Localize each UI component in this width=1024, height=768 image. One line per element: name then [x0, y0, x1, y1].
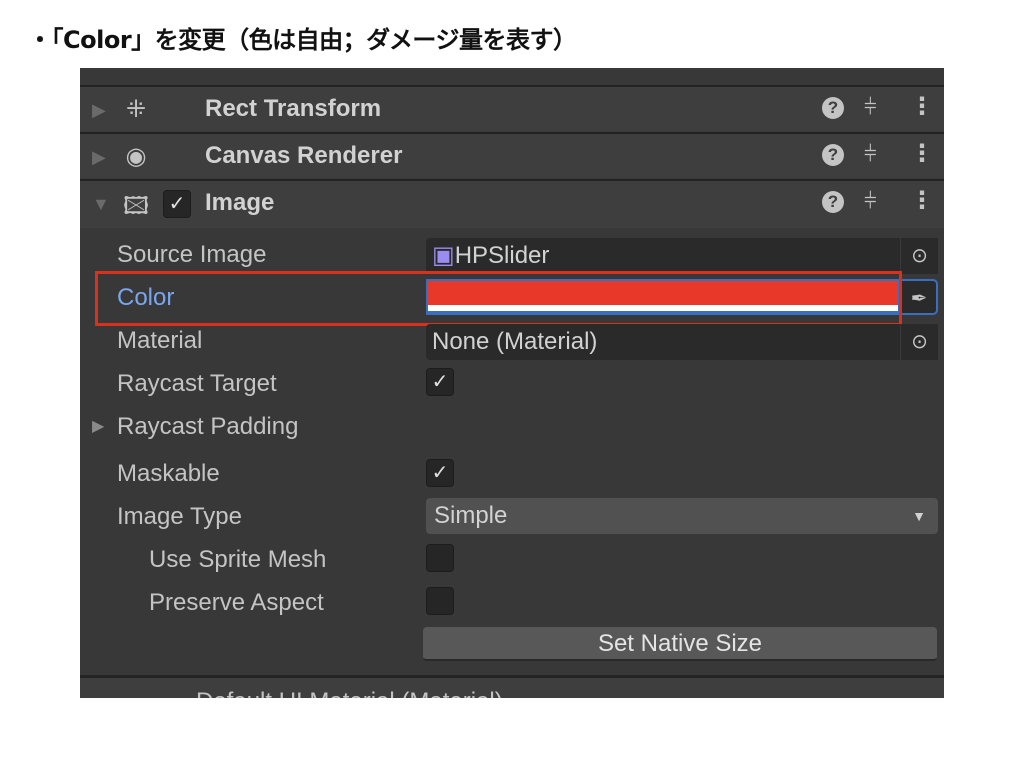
- source-image-value: HPSlider: [454, 242, 550, 269]
- source-image-field[interactable]: ▣HPSlider: [426, 238, 938, 274]
- image-type-value: Simple: [434, 502, 508, 529]
- preserve-aspect-checkbox[interactable]: [426, 587, 454, 615]
- page-heading: ・「Color」を変更（色は自由；ダメージ量を表す）: [28, 26, 577, 54]
- collapse-arrow-icon[interactable]: ▼: [92, 194, 110, 215]
- use-sprite-mesh-label: Use Sprite Mesh: [149, 546, 327, 573]
- dropdown-arrow-icon: ▼: [912, 508, 926, 524]
- expand-arrow-icon[interactable]: ▶: [92, 416, 104, 436]
- raycast-target-checkbox[interactable]: ✓: [426, 368, 454, 396]
- object-picker-button[interactable]: ⊙: [900, 238, 938, 274]
- material-field[interactable]: None (Material): [426, 324, 938, 360]
- eyedropper-button[interactable]: ✒: [900, 279, 938, 315]
- expand-arrow-icon[interactable]: ▶: [92, 100, 106, 121]
- more-icon[interactable]: ⋮: [910, 139, 934, 168]
- component-name: Image: [205, 189, 275, 216]
- material-component-name: Default UI Material (Material): [196, 688, 503, 698]
- more-icon[interactable]: ⋮: [910, 186, 934, 215]
- material-label: Material: [117, 327, 203, 354]
- component-header-rect-transform[interactable]: ▶ ⁜ Rect Transform ? ⫩ ⋮: [80, 85, 944, 131]
- image-type-dropdown[interactable]: Simple ▼: [426, 498, 938, 534]
- annotation-highlight-box: [95, 271, 902, 326]
- component-name: Rect Transform: [205, 95, 382, 122]
- rect-transform-icon: ⁜: [125, 96, 147, 123]
- eye-icon: ◉: [125, 143, 147, 170]
- image-icon: 🖾: [122, 193, 150, 220]
- source-image-label: Source Image: [117, 241, 267, 268]
- help-icon[interactable]: ?: [822, 97, 844, 119]
- use-sprite-mesh-checkbox[interactable]: [426, 544, 454, 572]
- maskable-label: Maskable: [117, 460, 220, 487]
- inspector-panel: ▶ ⁜ Rect Transform ? ⫩ ⋮ ▶ ◉ Canvas Rend…: [80, 68, 944, 698]
- sprite-icon: ▣: [432, 242, 455, 269]
- material-component-header[interactable]: Default UI Material (Material): [80, 675, 944, 698]
- component-header-canvas-renderer[interactable]: ▶ ◉ Canvas Renderer ? ⫩ ⋮: [80, 132, 944, 178]
- maskable-checkbox[interactable]: ✓: [426, 459, 454, 487]
- presets-icon[interactable]: ⫩: [864, 94, 877, 120]
- object-picker-button[interactable]: ⊙: [900, 324, 938, 360]
- help-icon[interactable]: ?: [822, 144, 844, 166]
- image-type-label: Image Type: [117, 503, 242, 530]
- component-name: Canvas Renderer: [205, 142, 403, 169]
- help-icon[interactable]: ?: [822, 191, 844, 213]
- expand-arrow-icon[interactable]: ▶: [92, 147, 106, 168]
- presets-icon[interactable]: ⫩: [864, 188, 877, 214]
- set-native-size-button[interactable]: Set Native Size: [423, 627, 937, 661]
- presets-icon[interactable]: ⫩: [864, 141, 877, 167]
- more-icon[interactable]: ⋮: [910, 92, 934, 121]
- raycast-padding-label[interactable]: Raycast Padding: [117, 413, 298, 441]
- preserve-aspect-label: Preserve Aspect: [149, 589, 324, 616]
- component-header-image[interactable]: ▼ 🖾 ✓ Image ? ⫩ ⋮: [80, 179, 944, 228]
- raycast-target-label: Raycast Target: [117, 370, 277, 397]
- image-enabled-checkbox[interactable]: ✓: [163, 190, 191, 218]
